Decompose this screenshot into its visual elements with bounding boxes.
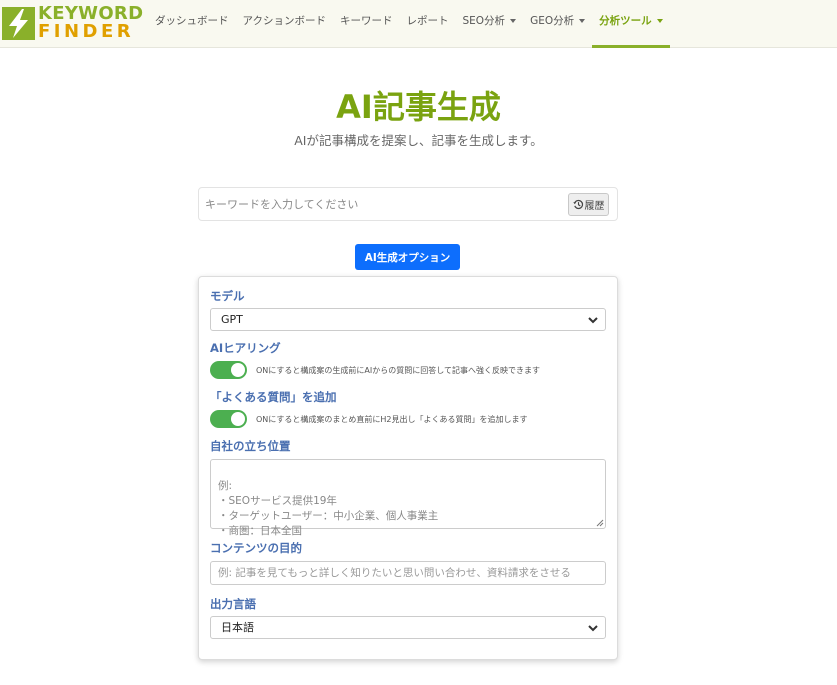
ai-options-panel: モデル GPT AIヒアリング ONにすると構成案の生成前にAIからの質問に回答… [198, 276, 618, 660]
brand-logo[interactable]: KEYWORD FINDER [2, 5, 143, 42]
faq-description: ONにすると構成案のまとめ直前にH2見出し「よくある質問」を追加します [256, 415, 528, 424]
history-label: 履歴 [584, 201, 605, 212]
toggle-knob [231, 412, 245, 426]
ai-options-button[interactable]: AI生成オプション [355, 244, 460, 270]
nav-item-dashboard[interactable]: ダッシュボード [148, 0, 236, 48]
history-button[interactable]: 履歴 [568, 193, 609, 216]
position-label: 自社の立ち位置 [210, 439, 291, 453]
language-select-value: 日本語 [221, 621, 254, 634]
caret-down-icon [579, 19, 586, 23]
caret-down-icon [510, 19, 517, 23]
model-select-value: GPT [221, 313, 243, 326]
top-navbar: KEYWORD FINDER ダッシュボード アクションボード キーワード レポ… [0, 0, 837, 48]
position-textarea[interactable]: 例: ・SEOサービス提供19年 ・ターゲットユーザー：中小企業、個人事業主 ・… [210, 459, 606, 537]
faq-label: 「よくある質問」を追加 [210, 390, 337, 404]
caret-down-icon [656, 19, 663, 23]
model-select[interactable]: GPT [210, 308, 606, 331]
page-subtitle: AIが記事構成を提案し、記事を生成します。 [294, 133, 543, 148]
lightning-bolt-icon [2, 6, 35, 40]
nav-item-keywords[interactable]: キーワード [333, 0, 400, 48]
ai-hearing-description: ONにすると構成案の生成前にAIからの質問に回答して記事へ強く反映できます [256, 366, 540, 375]
purpose-input[interactable]: 例: 記事を見てもっと詳しく知りたいと思い問い合わせ、資料請求をさせる [210, 561, 606, 585]
language-label: 出力言語 [210, 597, 256, 611]
main-nav: ダッシュボード アクションボード キーワード レポート SEO分析 GEO分析 … [148, 0, 670, 48]
ai-hearing-label: AIヒアリング [210, 341, 281, 355]
faq-toggle[interactable] [210, 410, 247, 428]
nav-item-analysis-tools[interactable]: 分析ツール [592, 0, 670, 48]
toggle-knob [231, 363, 245, 377]
page-title: AI記事生成 [336, 88, 501, 126]
nav-item-seo-analysis[interactable]: SEO分析 [455, 0, 523, 48]
chevron-down-icon [588, 625, 598, 632]
keyword-search-box: 履歴 [198, 187, 618, 221]
position-placeholder: 例: ・SEOサービス提供19年 ・ターゲットユーザー：中小企業、個人事業主 ・… [218, 480, 439, 537]
nav-item-geo-analysis[interactable]: GEO分析 [523, 0, 592, 48]
chevron-down-icon [588, 317, 598, 324]
ai-hearing-toggle[interactable] [210, 361, 247, 379]
resize-grip-icon[interactable] [596, 519, 604, 527]
history-icon [572, 199, 583, 210]
model-label: モデル [210, 289, 245, 303]
purpose-placeholder: 例: 記事を見てもっと詳しく知りたいと思い問い合わせ、資料請求をさせる [218, 567, 571, 579]
nav-item-action-board[interactable]: アクションボード [236, 0, 333, 48]
brand-line-2: FINDER [38, 21, 135, 42]
language-select[interactable]: 日本語 [210, 616, 606, 639]
purpose-label: コンテンツの目的 [210, 541, 302, 555]
keyword-input[interactable] [205, 194, 555, 214]
nav-item-reports[interactable]: レポート [399, 0, 455, 48]
